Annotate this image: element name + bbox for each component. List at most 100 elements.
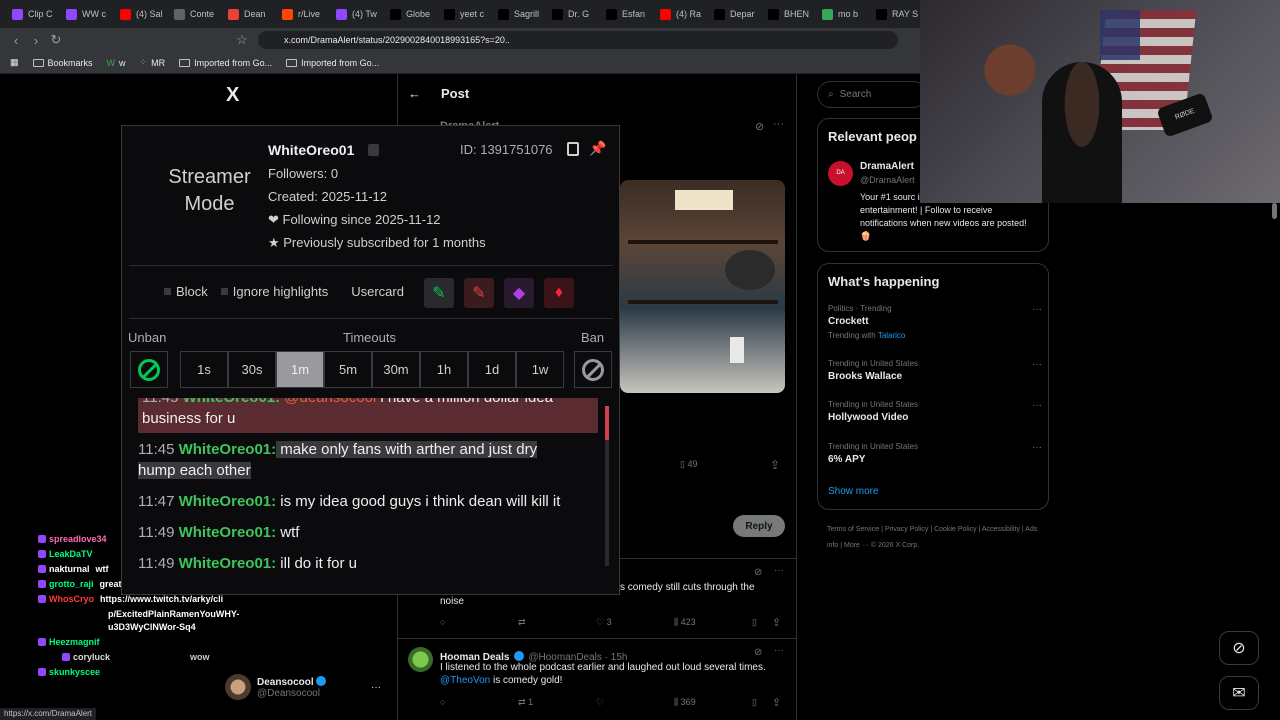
apps-icon[interactable]: ▦ [10, 57, 19, 68]
browser-tab[interactable]: r/Live [276, 3, 328, 25]
browser-tab[interactable]: Dean [222, 3, 274, 25]
timeout-30m-button[interactable]: 30m [372, 351, 420, 388]
browser-tab[interactable]: Esfan [600, 3, 652, 25]
ban-button[interactable] [574, 351, 612, 388]
unban-button[interactable] [130, 351, 168, 388]
more-icon[interactable]: ··· [1032, 400, 1042, 411]
chat-scrollbar-thumb[interactable] [605, 406, 609, 440]
chat-message[interactable]: 11:49 WhiteOreo01: ill do it for u [138, 553, 598, 574]
bookmark-icon[interactable]: ▯ [752, 617, 757, 628]
messages-icon[interactable]: ✉ [1219, 676, 1259, 710]
heart-icon[interactable]: ♡ [596, 697, 604, 708]
more-icon[interactable]: ··· [1032, 442, 1042, 453]
username[interactable]: WhiteOreo01 [268, 142, 354, 158]
browser-tab[interactable]: yeet c [438, 3, 490, 25]
bookmark-star-icon[interactable]: ☆ [232, 32, 252, 48]
grok-icon[interactable]: ⊘ [1219, 631, 1259, 665]
bookmark-icon[interactable]: ▯ [752, 697, 757, 708]
pin-icon[interactable]: 📌 [589, 140, 606, 157]
ignore-checkbox[interactable] [220, 288, 228, 295]
back-icon[interactable]: ‹ [6, 33, 26, 48]
person-handle[interactable]: @DramaAlert [860, 175, 915, 185]
avatar[interactable]: DA [828, 161, 853, 186]
bookmark-stat[interactable]: ▯ 49 [680, 459, 697, 470]
block-checkbox[interactable] [164, 288, 171, 295]
retweet-stat[interactable]: ⇄ 1 [518, 697, 533, 708]
trend-item[interactable]: Trending in United States Hollywood Vide… [828, 400, 1042, 428]
timeout-1w-button[interactable]: 1w [516, 351, 564, 388]
like-stat[interactable]: ♡ 3 [596, 617, 612, 628]
timeout-1m-button[interactable]: 1m [276, 351, 324, 388]
views-stat[interactable]: ⫼ 369 [674, 697, 696, 708]
timeout-1h-button[interactable]: 1h [420, 351, 468, 388]
more-icon[interactable]: ··· [1032, 304, 1042, 315]
grok-icon[interactable]: ⊘ [754, 647, 762, 658]
browser-tab[interactable]: Globe [384, 3, 436, 25]
chat-message[interactable]: 11:47 WhiteOreo01: is my idea good guys … [138, 491, 598, 512]
usercard-gem-icon[interactable]: ◆ [504, 278, 534, 308]
bookmark-item[interactable]: Ww [107, 58, 126, 68]
usercard-label[interactable]: Usercard [351, 284, 404, 299]
browser-tab[interactable]: Sagrill [492, 3, 544, 25]
chat-history[interactable]: 11:45 WhiteOreo01: @deansocool i have a … [129, 398, 613, 594]
footer-links[interactable]: Terms of Service | Privacy Policy | Cook… [827, 522, 1047, 554]
browser-tab[interactable]: Depar [708, 3, 760, 25]
chat-message[interactable]: 11:49 WhiteOreo01: wtf [138, 522, 598, 543]
more-icon[interactable]: ··· [773, 118, 784, 130]
more-icon[interactable]: ··· [1032, 359, 1042, 370]
browser-tab[interactable]: (4) Sal [114, 3, 166, 25]
post-media[interactable] [620, 180, 785, 393]
timeout-30s-button[interactable]: 30s [228, 351, 276, 388]
block-label[interactable]: Block [176, 284, 208, 299]
browser-tab[interactable]: Dr. G [546, 3, 598, 25]
reload-icon[interactable]: ↻ [46, 32, 66, 48]
chat-message[interactable]: 11:45 WhiteOreo01: @deansocool i have a … [138, 398, 598, 433]
more-icon[interactable]: ··· [774, 565, 784, 576]
back-arrow-icon[interactable]: ← [408, 86, 421, 101]
bookmark-item[interactable]: Bookmarks [32, 58, 93, 68]
bookmark-item[interactable]: Imported from Go... [286, 58, 379, 68]
forward-icon[interactable]: › [26, 33, 46, 48]
tweet[interactable]: Hooman Deals @HoomanDeals · 15h ⊘ ··· I … [398, 638, 796, 720]
timeout-5m-button[interactable]: 5m [324, 351, 372, 388]
browser-tab[interactable]: RAY S [870, 3, 920, 25]
more-icon[interactable]: ··· [774, 645, 784, 656]
browser-tab[interactable]: (4) Ra [654, 3, 706, 25]
share-icon[interactable]: ⇪ [772, 696, 781, 709]
usercard-green-icon[interactable]: ✎ [424, 278, 454, 308]
reply-icon[interactable]: ○ [440, 697, 445, 707]
person-name[interactable]: DramaAlert [860, 161, 914, 172]
more-icon[interactable]: ··· [371, 682, 381, 693]
browser-tab[interactable]: (4) Tw [330, 3, 382, 25]
share-icon[interactable]: ⇪ [770, 458, 780, 472]
reply-button[interactable]: Reply [733, 515, 785, 537]
browser-tab[interactable]: mo b [816, 3, 868, 25]
chat-message[interactable]: 11:45 WhiteOreo01: make only fans with a… [138, 439, 598, 481]
trend-item[interactable]: Trending in United States Brooks Wallace… [828, 359, 1042, 387]
copy-name-icon[interactable] [368, 144, 379, 156]
show-more-link[interactable]: Show more [828, 486, 879, 497]
usercard-heart-gem-icon[interactable]: ♦ [544, 278, 574, 308]
views-stat[interactable]: ⫼ 423 [674, 617, 696, 628]
trend-item[interactable]: Trending in United States 6% APY ··· [828, 442, 1042, 470]
timeout-1s-button[interactable]: 1s [180, 351, 228, 388]
share-icon[interactable]: ⇪ [772, 616, 781, 629]
ignore-label[interactable]: Ignore highlights [233, 284, 328, 299]
usercard-red-icon[interactable]: ✎ [464, 278, 494, 308]
url-field[interactable]: x.com/DramaAlert/status/2029002840018993… [258, 31, 898, 49]
retweet-icon[interactable]: ⇄ [518, 617, 526, 628]
suggested-account[interactable]: Deansocool @Deansocool [225, 674, 327, 700]
browser-tab[interactable]: BHEN [762, 3, 814, 25]
browser-tab[interactable]: Conte [168, 3, 220, 25]
grok-icon[interactable]: ⊘ [754, 567, 762, 578]
grok-icon[interactable]: ⊘ [755, 120, 764, 133]
page-scrollbar[interactable] [1272, 203, 1277, 219]
search-input[interactable]: ⌕ Search [817, 81, 927, 108]
browser-tab[interactable]: WW c [60, 3, 112, 25]
timeout-1d-button[interactable]: 1d [468, 351, 516, 388]
browser-tab[interactable]: Clip C [6, 3, 58, 25]
bookmark-item[interactable]: Imported from Go... [179, 58, 272, 68]
reply-icon[interactable]: ○ [440, 617, 445, 627]
avatar[interactable] [408, 647, 433, 672]
mention-link[interactable]: @TheoVon [440, 675, 490, 686]
